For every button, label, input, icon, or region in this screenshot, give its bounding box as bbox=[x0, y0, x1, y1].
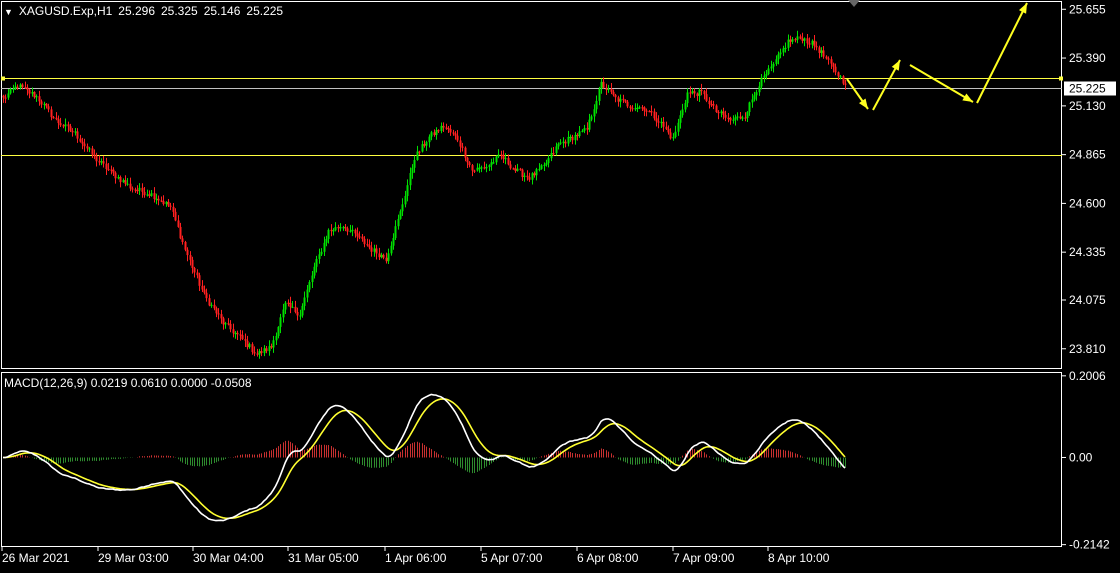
arrowhead-icon bbox=[962, 93, 973, 102]
current-price-label: 25.225 bbox=[1069, 82, 1106, 96]
arrowhead-icon bbox=[1018, 3, 1027, 14]
triangle-down-icon[interactable]: ▼ bbox=[4, 7, 13, 17]
price-axis-label: 24.335 bbox=[1069, 245, 1106, 259]
macd-axis-label: 0.00 bbox=[1069, 450, 1093, 464]
time-axis-label: 8 Apr 10:00 bbox=[768, 551, 830, 565]
price-axis-label: 25.130 bbox=[1069, 99, 1106, 113]
time-axis-label: 7 Apr 09:00 bbox=[673, 551, 735, 565]
arrowhead-icon bbox=[891, 60, 900, 71]
price-axis-label: 23.810 bbox=[1069, 342, 1106, 356]
time-axis-label: 30 Mar 04:00 bbox=[193, 551, 264, 565]
price-axis-label: 25.390 bbox=[1069, 51, 1106, 65]
indicator-label: MACD(12,26,9) 0.0219 0.0610 0.0000 -0.05… bbox=[4, 376, 252, 390]
chart-shift-marker[interactable] bbox=[848, 0, 860, 7]
main-pane-frame bbox=[1, 1, 1062, 369]
price-axis-label: 24.075 bbox=[1069, 293, 1106, 307]
macd-axis-label: 0.2006 bbox=[1069, 369, 1106, 383]
chart-area[interactable]: 25.655 25.390 25.130 24.865 24.600 24.335 24.0… bbox=[0, 0, 1120, 568]
close-value: 25.225 bbox=[246, 4, 284, 18]
time-axis-label: 6 Apr 08:00 bbox=[577, 551, 639, 565]
forecast-arrow[interactable] bbox=[909, 64, 974, 103]
low-value: 25.146 bbox=[203, 4, 241, 18]
chart-svg[interactable]: 25.655 25.390 25.130 24.865 24.600 24.335 24.0… bbox=[0, 0, 1120, 568]
indicator-pane-frame bbox=[1, 372, 1062, 547]
symbol-name: XAGUSD.Exp,H1 bbox=[18, 4, 113, 18]
high-value: 25.325 bbox=[161, 4, 198, 18]
time-axis-label: 26 Mar 2021 bbox=[2, 551, 70, 565]
open-value: 25.296 bbox=[118, 4, 155, 18]
time-axis-label: 29 Mar 03:00 bbox=[98, 551, 169, 565]
time-axis-label: 5 Apr 07:00 bbox=[481, 551, 543, 565]
symbol-header: ▼ XAGUSD.Exp,H1 25.296 25.325 25.146 25.225 bbox=[4, 4, 289, 18]
price-axis-label: 24.865 bbox=[1069, 148, 1106, 162]
level-line-handle[interactable] bbox=[1, 76, 5, 81]
time-axis-label: 31 Mar 05:00 bbox=[288, 551, 359, 565]
arrowhead-icon bbox=[858, 98, 868, 109]
price-axis-label: 24.600 bbox=[1069, 196, 1106, 210]
time-axis-label: 1 Apr 06:00 bbox=[385, 551, 447, 565]
level-line-handle[interactable] bbox=[1059, 76, 1063, 81]
price-axis-label: 25.655 bbox=[1069, 2, 1106, 16]
macd-axis-label: -0.2142 bbox=[1069, 538, 1110, 552]
